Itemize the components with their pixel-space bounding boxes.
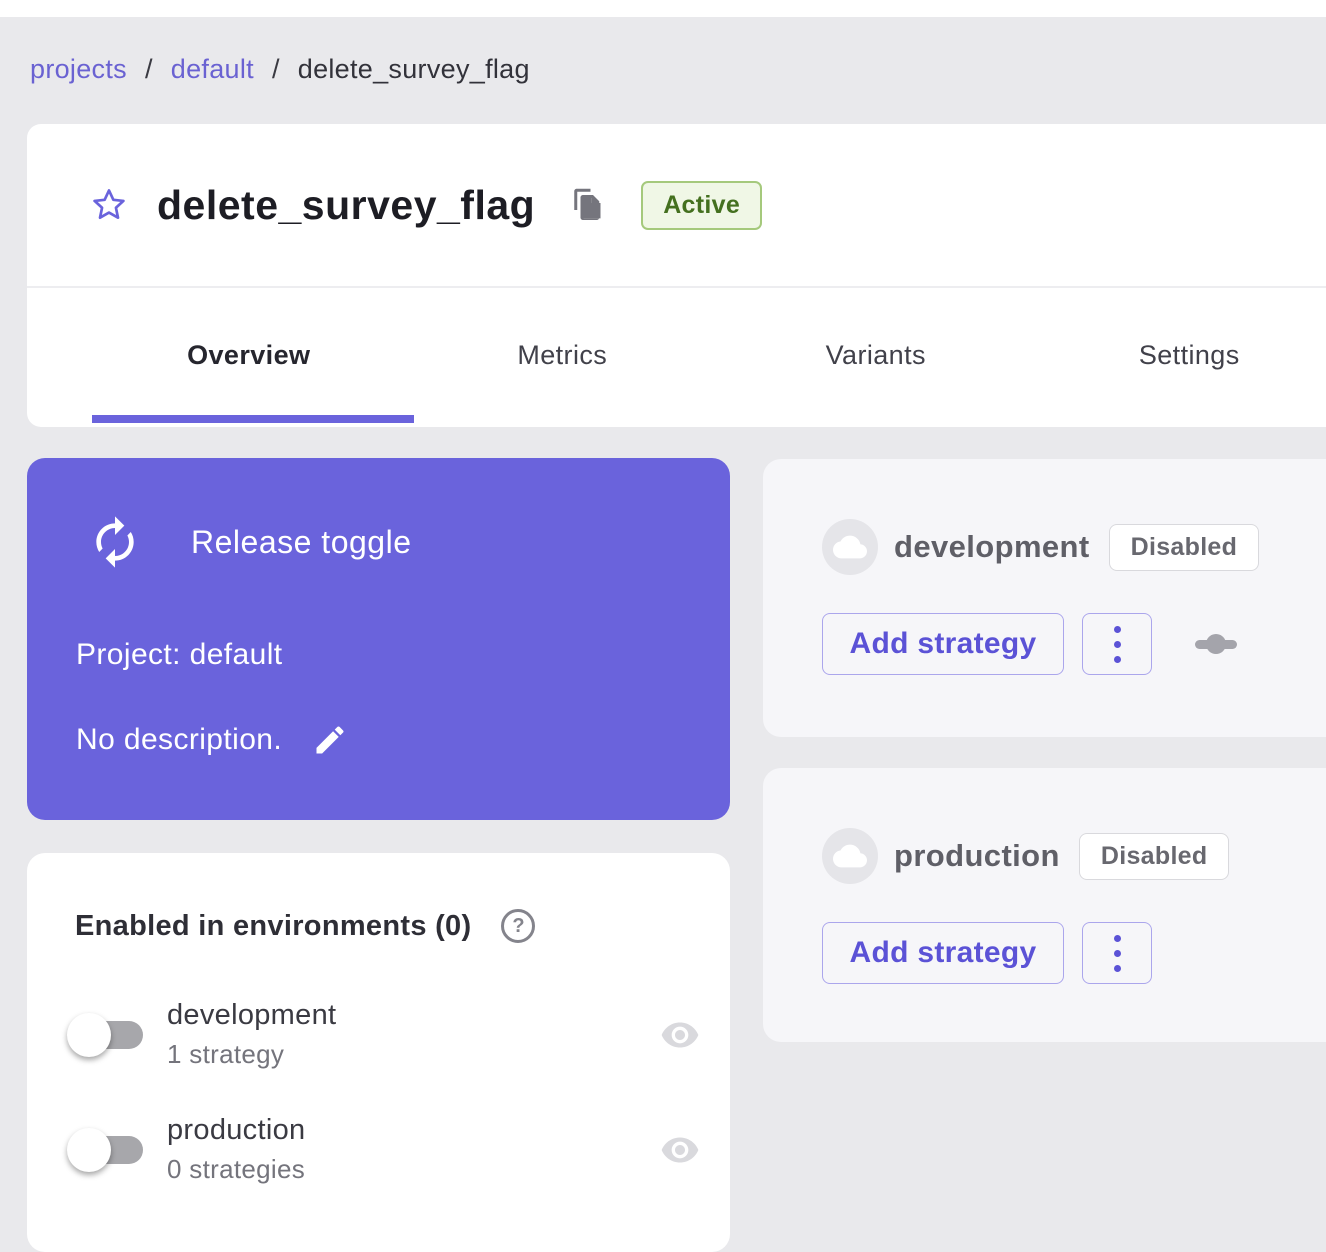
cloud-icon [833, 534, 867, 560]
production-strategy-card: production Disabled Add strategy [763, 768, 1326, 1042]
environment-avatar [822, 519, 878, 575]
development-card-header: development Disabled [763, 459, 1326, 575]
flag-header-card: delete_survey_flag Active Overview Metri… [27, 124, 1326, 427]
environment-avatar [822, 828, 878, 884]
visibility-eye-icon[interactable] [660, 1134, 700, 1166]
add-strategy-button[interactable]: Add strategy [822, 613, 1064, 675]
copy-icon [573, 188, 603, 222]
environment-name: development [167, 999, 336, 1032]
star-outline-icon [90, 186, 128, 224]
environment-strategy-count: 1 strategy [167, 1039, 336, 1070]
more-options-kebab-icon[interactable] [1082, 922, 1152, 984]
environment-status-badge: Disabled [1109, 524, 1260, 571]
active-tab-indicator [92, 415, 414, 423]
flag-description-row: No description. [27, 722, 730, 758]
tab-variants[interactable]: Variants [719, 288, 1033, 423]
help-circle-icon[interactable]: ? [501, 909, 535, 943]
flag-title-row: delete_survey_flag Active [27, 124, 1326, 288]
environment-status-badge: Disabled [1079, 833, 1230, 880]
pencil-icon [312, 722, 348, 758]
flag-project-label: Project: default [27, 638, 730, 672]
production-card-actions: Add strategy [763, 922, 1326, 984]
production-toggle[interactable] [67, 1125, 147, 1175]
breadcrumb-separator: / [272, 54, 280, 85]
eye-icon [660, 1134, 700, 1166]
toggle-thumb [67, 1128, 111, 1172]
breadcrumb-link-default[interactable]: default [171, 54, 254, 85]
flag-overview-card: Release toggle Project: default No descr… [27, 458, 730, 820]
flag-type-label: Release toggle [191, 524, 411, 561]
favorite-star-icon[interactable] [89, 185, 129, 225]
tab-metrics[interactable]: Metrics [406, 288, 720, 423]
enabled-environments-header: Enabled in environments (0) ? [27, 853, 730, 943]
enabled-environments-card: Enabled in environments (0) ? developmen… [27, 853, 730, 1252]
tab-settings[interactable]: Settings [1033, 288, 1326, 423]
visibility-eye-icon[interactable] [660, 1019, 700, 1051]
flag-description-label: No description. [76, 723, 282, 757]
status-badge: Active [641, 181, 762, 230]
add-strategy-button[interactable]: Add strategy [822, 922, 1064, 984]
more-options-kebab-icon[interactable] [1082, 613, 1152, 675]
development-card-actions: Add strategy [763, 613, 1326, 675]
copy-name-icon[interactable] [573, 188, 603, 222]
tab-bar: Overview Metrics Variants Settings [27, 288, 1326, 423]
breadcrumb-current: delete_survey_flag [298, 54, 530, 85]
breadcrumb-link-projects[interactable]: projects [30, 54, 127, 85]
breadcrumb-separator: / [145, 54, 153, 85]
strategy-slider-icon[interactable] [1195, 634, 1237, 654]
development-strategy-card: development Disabled Add strategy [763, 459, 1326, 737]
environment-card-name: development [894, 529, 1090, 565]
production-card-header: production Disabled [763, 768, 1326, 884]
environment-strategy-count: 0 strategies [167, 1154, 305, 1185]
eye-icon [660, 1019, 700, 1051]
environment-text: development 1 strategy [167, 999, 336, 1070]
flag-type-row: Release toggle [27, 458, 730, 570]
environment-text: production 0 strategies [167, 1114, 305, 1185]
cycle-arrows-icon [87, 514, 143, 570]
environment-card-name: production [894, 838, 1060, 874]
cloud-icon [833, 843, 867, 869]
environment-row-production: production 0 strategies [27, 1114, 730, 1185]
environment-name: production [167, 1114, 305, 1147]
page-title: delete_survey_flag [157, 182, 535, 229]
breadcrumb: projects / default / delete_survey_flag [30, 54, 530, 85]
top-header-strip [0, 0, 1326, 17]
enabled-environments-title: Enabled in environments (0) [75, 910, 471, 943]
development-toggle[interactable] [67, 1010, 147, 1060]
toggle-thumb [67, 1013, 111, 1057]
environment-row-development: development 1 strategy [27, 999, 730, 1070]
edit-description-button[interactable] [312, 722, 348, 758]
tab-overview[interactable]: Overview [92, 288, 406, 423]
